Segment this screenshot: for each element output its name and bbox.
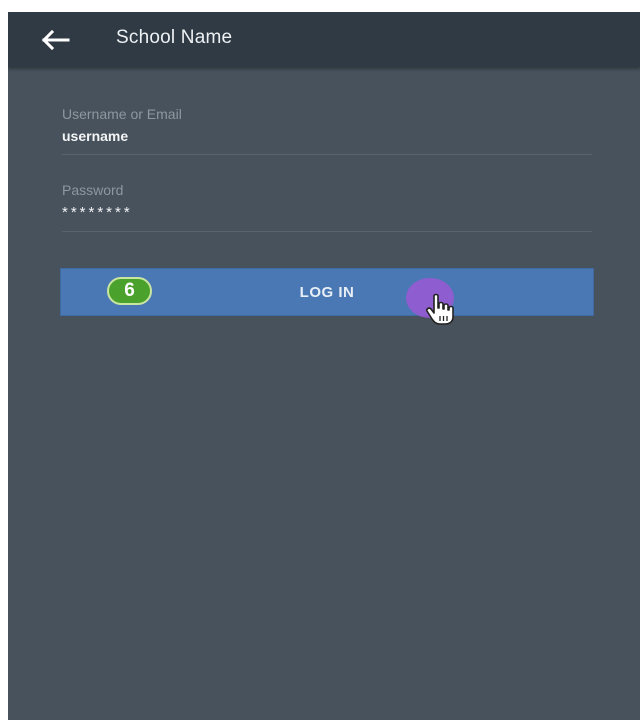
hand-pointer-icon (426, 293, 454, 325)
arrow-left-icon (41, 29, 70, 51)
login-button-label: LOG IN (299, 283, 355, 301)
username-label: Username or Email (62, 106, 182, 122)
page-title: School Name (116, 27, 233, 48)
username-input[interactable]: username (62, 128, 592, 154)
app-bar: School Name (8, 12, 640, 67)
step-number-badge: 6 (107, 277, 152, 305)
app-screen: School Name Username or Email username P… (8, 12, 640, 720)
back-button[interactable] (38, 26, 72, 54)
password-label: Password (62, 182, 124, 198)
password-input[interactable]: ******** (62, 204, 592, 231)
username-field[interactable]: Username or Email username (62, 106, 592, 155)
password-field[interactable]: Password ******** (62, 182, 592, 232)
